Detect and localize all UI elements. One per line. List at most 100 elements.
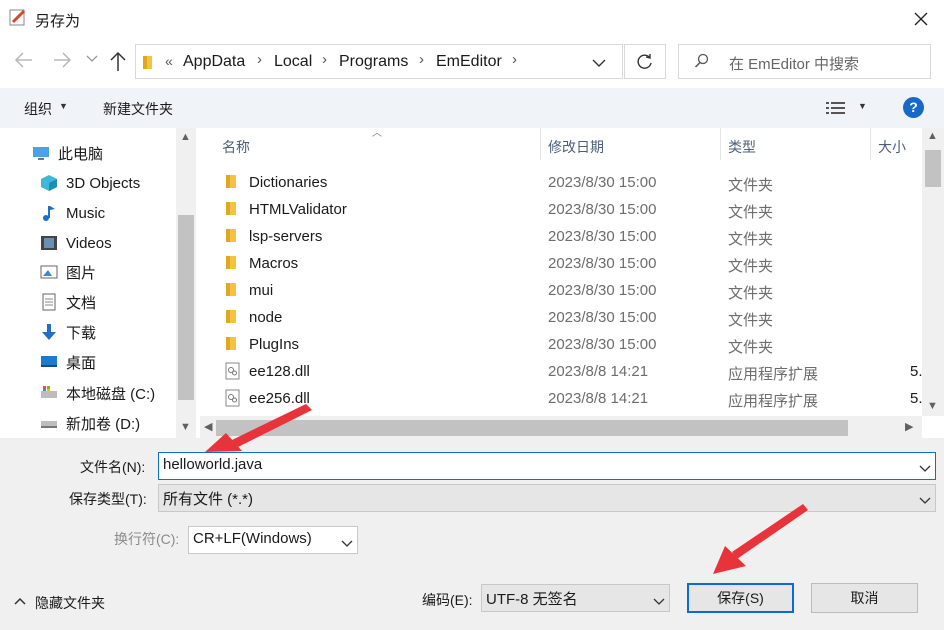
nav-item[interactable]: 新加卷 (D:) [40,410,140,436]
column-header-size[interactable]: 大小 [878,137,906,157]
file-name: PlugIns [249,336,300,353]
recent-locations-chevron-icon[interactable] [86,52,100,72]
hide-folders-toggle[interactable]: 隐藏文件夹 [35,593,105,613]
column-divider[interactable] [870,128,871,160]
file-row[interactable]: PlugIns 2023/8/30 15:00 文件夹 [220,331,920,358]
column-header-name[interactable]: 名称 [222,137,250,157]
nav-scroll-thumb[interactable] [178,215,194,400]
nav-item[interactable]: 文档 [40,289,96,315]
breadcrumb-emeditor[interactable]: EmEditor [436,53,502,71]
column-header-type[interactable]: 类型 [728,137,756,157]
address-overflow[interactable]: « [165,53,173,69]
help-icon[interactable]: ? [903,97,924,118]
column-divider[interactable] [540,128,541,160]
save-button[interactable]: 保存(S) [687,583,794,613]
nav-item[interactable]: Videos [40,230,112,256]
filename-input[interactable] [158,452,936,480]
linebreak-label: 换行符(C): [114,531,180,547]
filetype-select[interactable] [158,484,936,512]
scroll-down-icon[interactable]: ▼ [180,421,191,433]
chevron-down-icon[interactable] [919,492,931,504]
encoding-value[interactable]: UTF-8 无签名 [486,588,578,609]
file-row[interactable]: mui 2023/8/30 15:00 文件夹 [220,277,920,304]
nav-item-label: Videos [66,234,112,252]
list-horizontal-scroll-thumb[interactable] [216,420,848,436]
window-title: 另存为 [35,13,81,30]
nav-item[interactable]: 下载 [40,319,96,345]
cancel-button[interactable]: 取消 [811,583,918,613]
file-modified: 2023/8/8 14:21 [548,390,649,407]
file-name: ee128.dll [249,363,310,380]
desktop-icon [40,353,58,371]
nav-item[interactable]: 3D Objects [40,170,140,196]
up-arrow-icon[interactable] [108,50,130,76]
drive-d-icon [40,414,58,432]
file-size: 5. [910,390,923,407]
file-name: Dictionaries [249,174,328,191]
file-modified: 2023/8/30 15:00 [548,174,657,191]
chevron-down-icon[interactable] [653,593,665,605]
file-type: 文件夹 [728,231,774,248]
filetype-value[interactable]: 所有文件 (*.*) [163,488,253,509]
refresh-icon[interactable] [624,44,666,79]
new-folder-button[interactable]: 新建文件夹 [103,99,173,119]
downloads-icon [40,323,58,341]
file-row[interactable]: HTMLValidator 2023/8/30 15:00 文件夹 [220,196,920,223]
file-row[interactable]: ee256.dll 2023/8/8 14:21 应用程序扩展 5. [220,385,923,412]
chevron-up-icon[interactable] [14,596,26,608]
view-options-icon[interactable] [826,101,846,115]
file-modified: 2023/8/8 14:21 [548,363,649,380]
chevron-down-icon[interactable] [919,460,931,472]
scroll-right-icon[interactable]: ▶ [905,420,913,433]
file-name: node [249,309,283,326]
caret-down-icon[interactable]: ▼ [59,101,68,111]
videos-icon [40,234,58,252]
breadcrumb-programs[interactable]: Programs [339,53,408,71]
forward-arrow-icon[interactable] [52,50,74,74]
filename-label: 文件名(N): [80,459,146,475]
scroll-left-icon[interactable]: ◀ [204,420,212,433]
scroll-up-icon[interactable]: ▲ [927,130,938,142]
list-vertical-scroll-thumb[interactable] [925,150,941,187]
file-row[interactable]: node 2023/8/30 15:00 文件夹 [220,304,920,331]
nav-item[interactable]: 桌面 [40,349,96,375]
nav-item[interactable]: 本地磁盘 (C:) [40,380,155,406]
scroll-down-icon[interactable]: ▼ [927,400,938,412]
breadcrumb-separator[interactable]: › [257,51,262,68]
nav-item[interactable]: Music [40,200,105,226]
file-type: 应用程序扩展 [728,366,819,383]
linebreak-value[interactable]: CR+LF(Windows) [193,530,312,547]
breadcrumb-separator[interactable]: › [322,51,327,68]
chevron-down-icon[interactable] [341,535,353,547]
file-row[interactable]: Dictionaries 2023/8/30 15:00 文件夹 [220,169,920,196]
music-icon [40,204,58,222]
breadcrumb-separator[interactable]: › [419,51,424,68]
file-name: mui [249,282,274,299]
file-modified: 2023/8/30 15:00 [548,255,657,272]
breadcrumb-appdata[interactable]: AppData [183,53,245,71]
nav-item[interactable]: 此电脑 [32,140,103,166]
close-icon[interactable] [904,4,938,34]
scroll-up-icon[interactable]: ▲ [180,131,191,143]
nav-item-label: 文档 [66,294,97,312]
breadcrumb-separator[interactable]: › [512,51,517,68]
caret-down-icon[interactable]: ▼ [858,101,867,111]
file-row[interactable]: Macros 2023/8/30 15:00 文件夹 [220,250,920,277]
column-header-modified[interactable]: 修改日期 [548,137,604,157]
file-type: 文件夹 [728,285,774,302]
back-arrow-icon[interactable] [14,50,36,74]
file-type: 文件夹 [728,339,774,356]
breadcrumb-local[interactable]: Local [274,53,312,71]
search-placeholder[interactable]: 在 EmEditor 中搜索 [729,53,859,74]
organize-button[interactable]: 组织 [24,99,52,119]
folder-icon [225,281,241,301]
column-divider[interactable] [720,128,721,160]
folder-icon [225,173,241,193]
dll-file-icon [225,362,241,384]
file-row[interactable]: lsp-servers 2023/8/30 15:00 文件夹 [220,223,920,250]
address-dropdown-icon[interactable] [592,55,612,69]
folder-icon [225,254,241,274]
nav-item[interactable]: 图片 [40,259,96,285]
file-row[interactable]: ee128.dll 2023/8/8 14:21 应用程序扩展 5. [220,358,923,385]
filename-value[interactable]: helloworld.java [163,456,262,473]
